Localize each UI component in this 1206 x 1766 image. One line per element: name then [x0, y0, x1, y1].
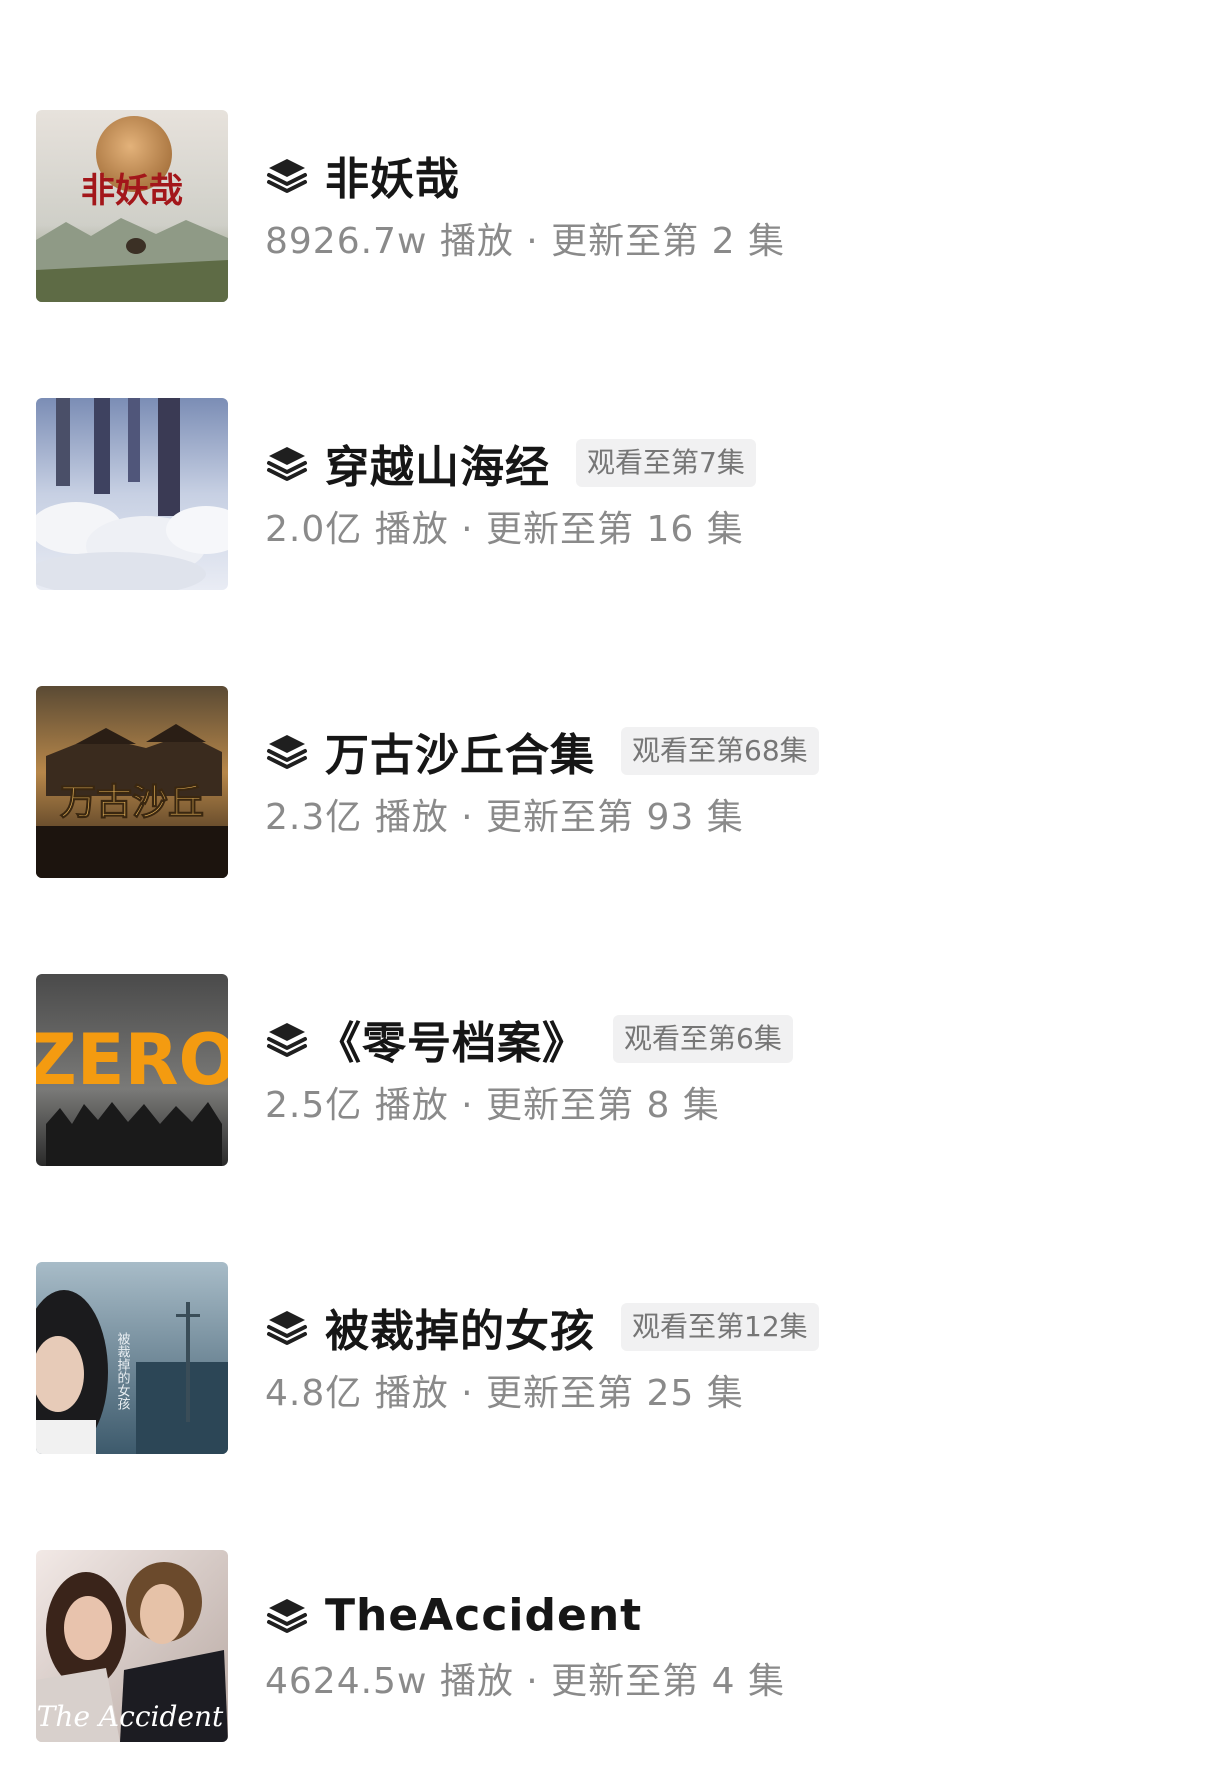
series-item-chuanyue-shanhaijing[interactable]: 穿越山海经 观看至第7集 2.0亿 播放 · 更新至第 16 集 — [36, 398, 1176, 590]
series-meta: 8926.7w 播放 · 更新至第 2 集 — [265, 221, 785, 262]
series-poster[interactable]: 万古沙丘 — [36, 686, 228, 878]
stack-layers-icon — [267, 1023, 307, 1057]
series-title[interactable]: 万古沙丘合集 — [325, 719, 595, 783]
poster-image: 非妖哉 — [36, 110, 228, 302]
svg-text:The Accident: The Accident — [37, 1700, 224, 1733]
series-title[interactable]: TheAccident — [325, 1590, 642, 1641]
series-item-feiyaozai[interactable]: 非妖哉 非妖哉 8926.7w 播放 · 更新至第 2 集 — [36, 110, 1176, 302]
stack-layers-icon — [267, 447, 307, 481]
watch-progress-badge: 观看至第7集 — [576, 439, 756, 487]
stack-layers-icon — [267, 159, 307, 193]
series-title[interactable]: 被裁掉的女孩 — [325, 1295, 595, 1359]
stack-layers-icon — [267, 1599, 307, 1633]
poster-image: The Accident — [36, 1550, 228, 1742]
series-item-the-accident[interactable]: The Accident TheAccident 4624.5w 播放 · 更新… — [36, 1550, 1176, 1742]
poster-image: 被裁掉的女孩 — [36, 1262, 228, 1454]
poster-image — [36, 398, 228, 590]
poster-image: ZERO — [36, 974, 228, 1166]
watch-progress-badge: 观看至第6集 — [613, 1015, 793, 1063]
svg-text:被裁掉的女孩: 被裁掉的女孩 — [115, 1332, 131, 1410]
series-item-beicaidiao-de-nvhai[interactable]: 被裁掉的女孩 被裁掉的女孩 观看至第12集 4.8亿 播放 · 更新至第 25 … — [36, 1262, 1176, 1454]
series-meta: 2.5亿 播放 · 更新至第 8 集 — [265, 1085, 720, 1126]
series-poster[interactable]: ZERO — [36, 974, 228, 1166]
series-list: 非妖哉 非妖哉 8926.7w 播放 · 更新至第 2 集 穿越山海经 观看至第… — [0, 0, 1206, 1766]
series-poster[interactable]: 非妖哉 — [36, 110, 228, 302]
series-meta: 4.8亿 播放 · 更新至第 25 集 — [265, 1373, 744, 1414]
series-poster[interactable]: 被裁掉的女孩 — [36, 1262, 228, 1454]
series-poster[interactable]: The Accident — [36, 1550, 228, 1742]
series-meta: 4624.5w 播放 · 更新至第 4 集 — [265, 1661, 785, 1702]
stack-layers-icon — [267, 735, 307, 769]
series-item-wangu-shaqiu[interactable]: 万古沙丘 万古沙丘合集 观看至第68集 2.3亿 播放 · 更新至第 93 集 — [36, 686, 1176, 878]
series-title[interactable]: 非妖哉 — [325, 143, 460, 207]
svg-text:ZERO: ZERO — [36, 1019, 228, 1101]
svg-text:万古沙丘: 万古沙丘 — [60, 781, 204, 823]
series-poster[interactable] — [36, 398, 228, 590]
series-meta: 2.3亿 播放 · 更新至第 93 集 — [265, 797, 744, 838]
series-title[interactable]: 穿越山海经 — [325, 431, 550, 495]
series-meta: 2.0亿 播放 · 更新至第 16 集 — [265, 509, 744, 550]
watch-progress-badge: 观看至第68集 — [621, 727, 819, 775]
series-title[interactable]: 《零号档案》 — [317, 1007, 587, 1071]
series-item-linghao-dangan[interactable]: ZERO 《零号档案》 观看至第6集 2.5亿 播放 · 更新至第 8 集 — [36, 974, 1176, 1166]
watch-progress-badge: 观看至第12集 — [621, 1303, 819, 1351]
stack-layers-icon — [267, 1311, 307, 1345]
svg-text:非妖哉: 非妖哉 — [81, 171, 183, 211]
poster-image: 万古沙丘 — [36, 686, 228, 878]
